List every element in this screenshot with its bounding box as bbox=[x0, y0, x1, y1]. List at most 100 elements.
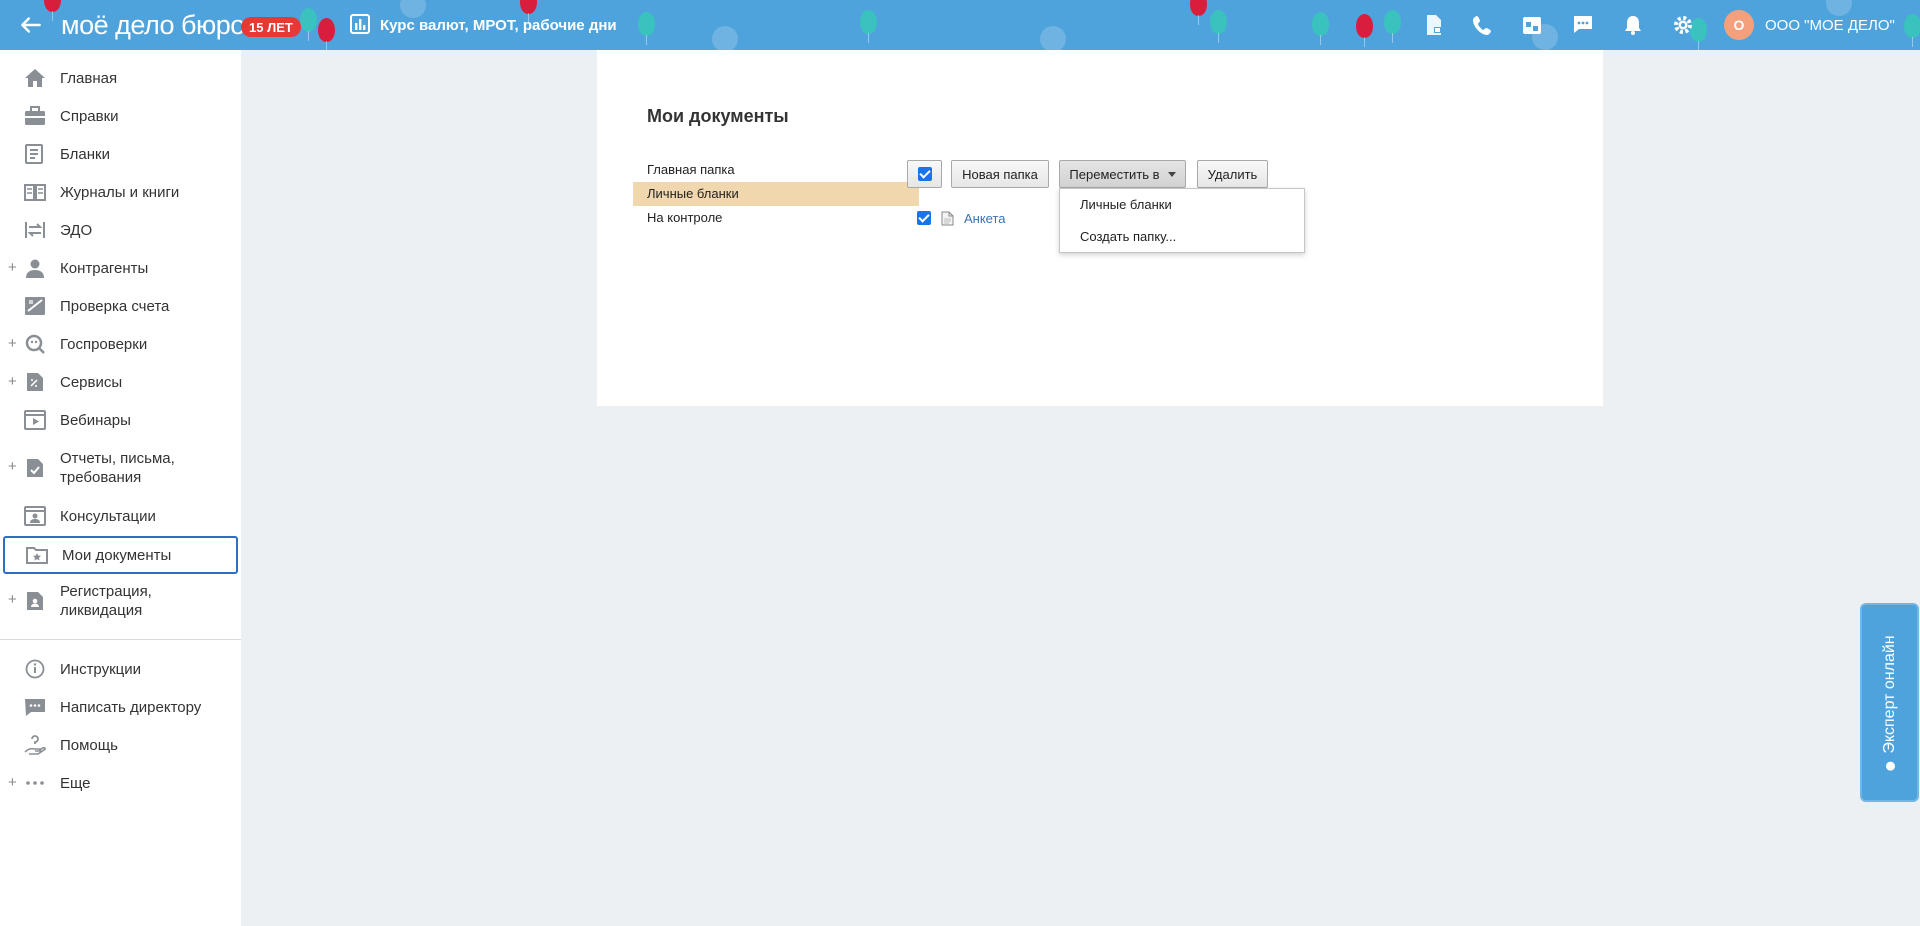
bell-icon[interactable] bbox=[1621, 13, 1645, 37]
expand-plus-icon[interactable]: + bbox=[8, 259, 17, 276]
logo[interactable]: моё дело бюро bbox=[61, 9, 245, 41]
online-dot-icon bbox=[1885, 761, 1894, 771]
folder-main[interactable]: Главная папка bbox=[633, 158, 919, 182]
sidebar-item-my-documents[interactable]: Мои документы bbox=[3, 536, 238, 574]
sidebar-item-home[interactable]: Главная bbox=[0, 67, 241, 89]
chat-icon[interactable] bbox=[1571, 13, 1595, 37]
company-name[interactable]: ООО "МОЕ ДЕЛО" bbox=[1765, 14, 1895, 36]
expand-plus-icon[interactable]: + bbox=[8, 774, 17, 791]
sidebar-item-label: Справки bbox=[60, 108, 119, 125]
home-icon bbox=[24, 68, 46, 90]
file-row: Анкета bbox=[917, 208, 1006, 228]
move-to-button[interactable]: Переместить в bbox=[1059, 160, 1186, 188]
delete-button[interactable]: Удалить bbox=[1197, 160, 1268, 188]
sidebar: Главная Справки Бланки Журналы и книги Э… bbox=[0, 50, 241, 926]
report-icon bbox=[24, 458, 46, 480]
sidebar-item-label: Инструкции bbox=[60, 661, 142, 678]
balloon-decoration bbox=[638, 12, 655, 45]
sidebar-item-forms[interactable]: Бланки bbox=[0, 143, 241, 165]
sidebar-item-reports[interactable]: + Отчеты, письма, требования bbox=[0, 447, 241, 489]
balloon-decoration bbox=[860, 10, 877, 43]
new-folder-button[interactable]: Новая папка bbox=[951, 160, 1049, 188]
sidebar-item-edo[interactable]: ЭДО bbox=[0, 219, 241, 241]
more-dots-icon bbox=[24, 773, 46, 795]
balloon-decoration bbox=[520, 0, 537, 23]
sidebar-item-instructions[interactable]: Инструкции bbox=[0, 658, 241, 680]
balloon-decoration bbox=[1210, 10, 1227, 43]
sidebar-item-journals[interactable]: Журналы и книги bbox=[0, 181, 241, 203]
magnifier-icon bbox=[24, 334, 46, 356]
document-icon bbox=[941, 211, 954, 226]
expert-online-label-wrap: Эксперт онлайн bbox=[1880, 634, 1899, 771]
calendar-icon[interactable] bbox=[1520, 13, 1544, 37]
sidebar-item-certificates[interactable]: Справки bbox=[0, 105, 241, 127]
sidebar-item-webinars[interactable]: Вебинары bbox=[0, 409, 241, 431]
info-icon bbox=[24, 659, 46, 681]
sidebar-item-label: Консультации bbox=[60, 508, 156, 525]
sidebar-item-label: Главная bbox=[60, 70, 118, 87]
sidebar-item-label: Регистрация, ликвидация bbox=[60, 583, 152, 619]
balloon-decoration bbox=[1190, 0, 1207, 25]
caret-down-icon bbox=[1167, 171, 1176, 177]
book-icon bbox=[24, 182, 46, 204]
circle-decoration bbox=[1040, 26, 1066, 50]
briefcase-icon bbox=[24, 106, 46, 128]
file-checkbox[interactable] bbox=[917, 211, 931, 225]
sidebar-item-write-director[interactable]: Написать директору bbox=[0, 696, 241, 718]
sidebar-item-registration[interactable]: + Регистрация, ликвидация bbox=[0, 580, 241, 622]
checkbox-checked-icon bbox=[917, 167, 932, 181]
expand-plus-icon[interactable]: + bbox=[8, 373, 17, 390]
phone-icon[interactable] bbox=[1471, 13, 1495, 37]
sidebar-item-help[interactable]: Помощь bbox=[0, 734, 241, 756]
sidebar-item-counterparties[interactable]: + Контрагенты bbox=[0, 257, 241, 279]
sidebar-item-label: ЭДО bbox=[60, 222, 93, 239]
registration-icon bbox=[24, 591, 46, 613]
folder-on-control[interactable]: На контроле bbox=[633, 206, 919, 230]
select-all-checkbox[interactable] bbox=[907, 160, 942, 188]
back-arrow-icon[interactable] bbox=[18, 10, 48, 40]
folder-star-icon bbox=[26, 545, 48, 567]
sidebar-item-label: Мои документы bbox=[62, 547, 172, 564]
message-icon bbox=[24, 697, 46, 719]
anniversary-badge: 15 ЛЕТ bbox=[241, 17, 301, 37]
exchange-icon bbox=[24, 220, 46, 242]
sidebar-item-label: Вебинары bbox=[60, 412, 131, 429]
expand-plus-icon[interactable]: + bbox=[8, 458, 17, 475]
sidebar-item-label: Помощь bbox=[60, 737, 118, 754]
move-to-dropdown: Личные бланки Создать папку... bbox=[1059, 188, 1305, 253]
sidebar-item-services[interactable]: + Сервисы bbox=[0, 371, 241, 393]
help-hand-icon bbox=[24, 735, 46, 757]
sidebar-item-inspections[interactable]: + Госпроверки bbox=[0, 333, 241, 355]
expand-plus-icon[interactable]: + bbox=[8, 335, 17, 352]
sidebar-item-account-check[interactable]: Проверка счета bbox=[0, 295, 241, 317]
sidebar-divider bbox=[0, 639, 241, 640]
avatar[interactable]: О bbox=[1724, 10, 1754, 40]
sidebar-item-label: Контрагенты bbox=[60, 260, 149, 277]
check-account-icon bbox=[24, 296, 46, 318]
move-menu-item[interactable]: Личные бланки bbox=[1080, 197, 1172, 212]
calculator-doc-icon bbox=[24, 372, 46, 394]
expert-online-tab[interactable]: Эксперт онлайн bbox=[1860, 603, 1919, 802]
rates-link[interactable]: Курс валют, МРОТ, рабочие дни bbox=[380, 14, 617, 36]
document-lock-icon[interactable] bbox=[1422, 13, 1446, 37]
sidebar-item-label: Журналы и книги bbox=[60, 184, 180, 201]
file-link[interactable]: Анкета bbox=[964, 211, 1006, 226]
balloon-decoration bbox=[1356, 14, 1373, 47]
gear-icon[interactable] bbox=[1671, 13, 1695, 37]
sidebar-item-label: Отчеты, письма, требования bbox=[60, 450, 175, 486]
chart-icon[interactable] bbox=[350, 14, 370, 34]
video-icon bbox=[24, 410, 46, 432]
expert-online-label: Эксперт онлайн bbox=[1880, 634, 1898, 754]
expand-plus-icon[interactable]: + bbox=[8, 591, 17, 608]
sidebar-item-more[interactable]: + Еще bbox=[0, 772, 241, 794]
balloon-decoration bbox=[1904, 14, 1920, 47]
person-icon bbox=[24, 258, 46, 280]
top-bar: моё дело бюро 15 ЛЕТ Курс валют, МРОТ, р… bbox=[0, 0, 1920, 50]
move-menu-item[interactable]: Создать папку... bbox=[1080, 229, 1176, 244]
balloon-decoration bbox=[300, 8, 317, 41]
sidebar-item-label: Еще bbox=[60, 775, 91, 792]
sidebar-item-label: Сервисы bbox=[60, 374, 123, 391]
sidebar-item-consultations[interactable]: Консультации bbox=[0, 505, 241, 527]
folder-personal-forms[interactable]: Личные бланки bbox=[633, 182, 919, 206]
sidebar-item-label: Проверка счета bbox=[60, 298, 170, 315]
